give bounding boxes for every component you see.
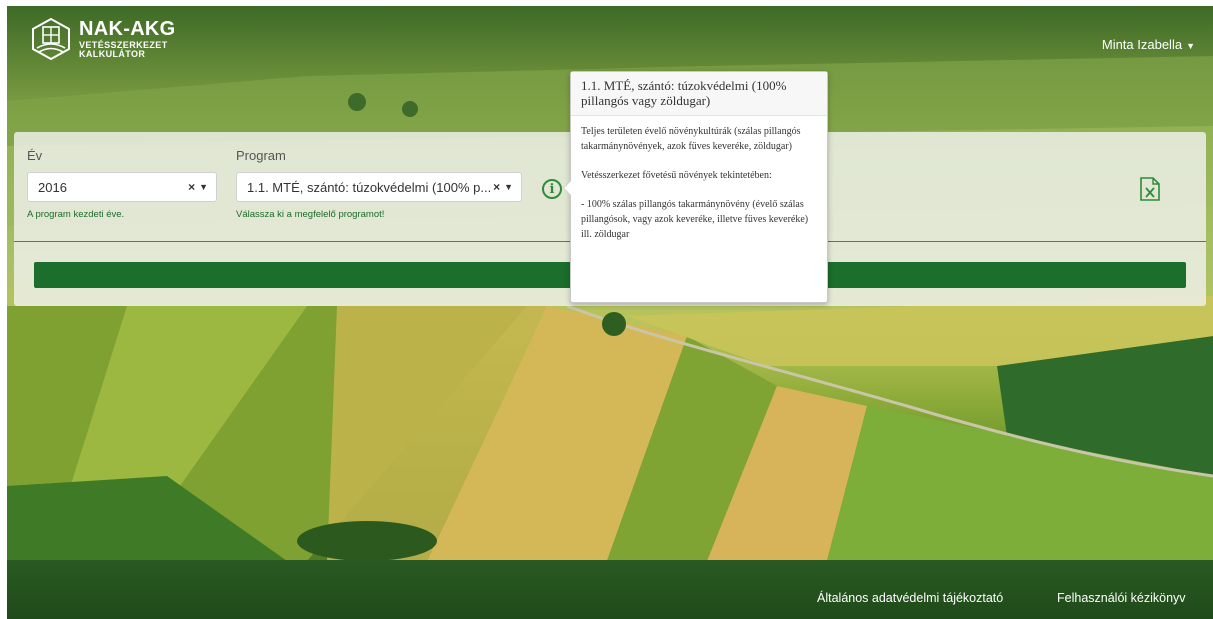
- program-label: Program: [236, 148, 286, 163]
- tooltip-body: Teljes területen évelő növénykultúrák (s…: [571, 116, 827, 242]
- program-value: 1.1. MTÉ, szántó: túzokvédelmi (100% p..…: [247, 179, 492, 195]
- clear-icon[interactable]: ×: [188, 180, 195, 194]
- info-circle-icon[interactable]: i: [542, 179, 562, 199]
- page-footer: Általános adatvédelmi tájékoztató Felhas…: [7, 560, 1213, 619]
- tooltip-title: 1.1. MTÉ, szántó: túzokvédelmi (100% pil…: [571, 72, 827, 116]
- privacy-policy-link[interactable]: Általános adatvédelmi tájékoztató: [817, 591, 1003, 605]
- top-header: NAK-AKG VETÉSSZERKEZET KALKULÁTOR Minta …: [7, 6, 1213, 76]
- clear-icon[interactable]: ×: [493, 180, 500, 194]
- app-frame: NAK-AKG VETÉSSZERKEZET KALKULÁTOR Minta …: [7, 6, 1213, 619]
- user-menu[interactable]: Minta Izabella ▼: [1102, 37, 1195, 52]
- program-hint: Válassza ki a megfelelő programot!: [236, 209, 385, 220]
- user-name: Minta Izabella: [1101, 37, 1183, 52]
- tooltip-paragraph-3: - 100% szálas pillangós takarmánynövény …: [581, 199, 809, 240]
- year-hint: A program kezdeti éve.: [27, 209, 125, 220]
- logo-subtitle-line2: KALKULÁTOR: [79, 49, 146, 59]
- caret-down-icon: ▼: [1186, 41, 1195, 51]
- excel-file-icon[interactable]: [1139, 177, 1161, 201]
- program-info-tooltip: 1.1. MTÉ, szántó: túzokvédelmi (100% pil…: [563, 71, 828, 303]
- user-manual-link[interactable]: Felhasználói kézikönyv: [1057, 591, 1186, 605]
- logo-title: NAK-AKG: [79, 18, 176, 40]
- program-select[interactable]: 1.1. MTÉ, szántó: túzokvédelmi (100% p..…: [236, 172, 522, 202]
- app-logo[interactable]: NAK-AKG VETÉSSZERKEZET KALKULÁTOR: [31, 17, 176, 61]
- year-label: Év: [27, 148, 43, 163]
- tooltip-paragraph-1: Teljes területen évelő növénykultúrák (s…: [581, 126, 801, 152]
- tooltip-paragraph-2: Vetésszerkezet fővetésű növények tekinte…: [581, 170, 772, 181]
- chevron-down-icon[interactable]: ▼: [504, 182, 513, 192]
- chevron-down-icon[interactable]: ▼: [199, 182, 208, 192]
- year-select[interactable]: 2016 × ▼: [27, 172, 217, 202]
- year-value: 2016: [38, 179, 67, 195]
- calculator-field-icon: [31, 17, 71, 61]
